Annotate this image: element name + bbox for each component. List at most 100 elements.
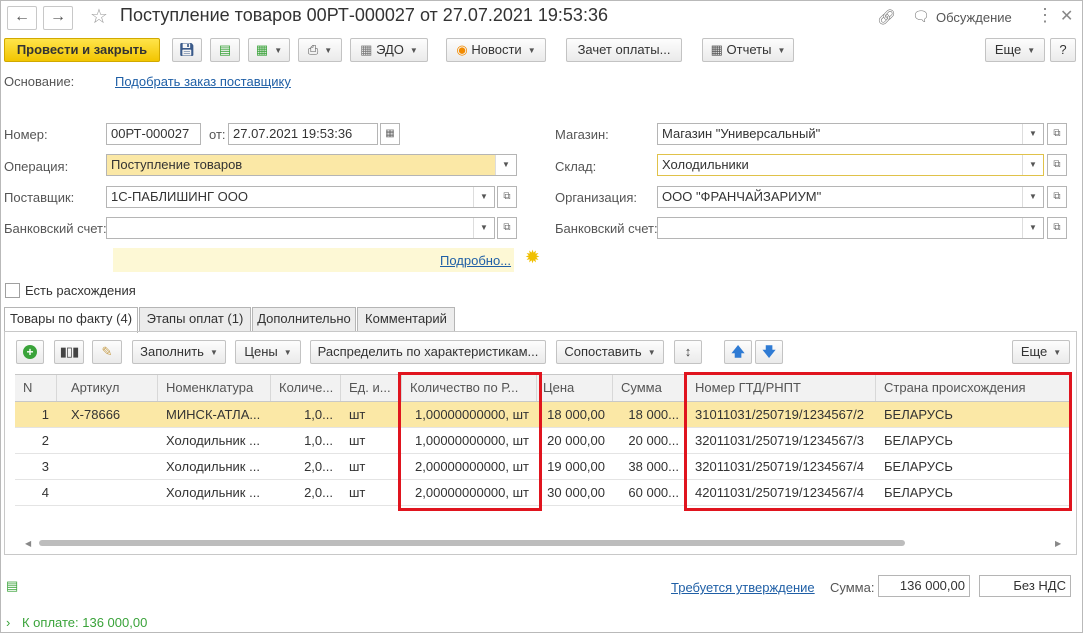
- move-down-button[interactable]: 🡇: [755, 340, 783, 364]
- chevron-down-icon[interactable]: ▼: [1022, 155, 1043, 175]
- compare-button[interactable]: Сопоставить ▼: [556, 340, 664, 364]
- news-button[interactable]: ◉ Новости ▼: [446, 38, 546, 62]
- open-supplier-button[interactable]: ⧉: [497, 186, 517, 208]
- pick-icon: ✎: [101, 344, 113, 359]
- create-based-icon: ▦: [255, 42, 269, 57]
- pick-goods-button[interactable]: ✎: [92, 340, 122, 364]
- chevron-down-icon[interactable]: ▼: [1022, 218, 1043, 238]
- printer-icon: ⎙: [307, 42, 319, 57]
- cell-n: 2: [41, 433, 49, 448]
- add-row-button[interactable]: +: [16, 340, 44, 364]
- warehouse-label: Склад:: [555, 159, 597, 174]
- scrollbar-thumb[interactable]: [39, 540, 905, 546]
- chevron-down-icon[interactable]: ▼: [473, 218, 494, 238]
- col-price[interactable]: Цена: [537, 375, 613, 401]
- row-height-button[interactable]: ↕: [674, 340, 702, 364]
- date-field[interactable]: 27.07.2021 19:53:36: [228, 123, 378, 145]
- payment-offset-button[interactable]: Зачет оплаты...: [566, 38, 682, 62]
- open-store-button[interactable]: ⧉: [1047, 123, 1067, 145]
- discrepancy-checkbox[interactable]: [5, 283, 20, 298]
- document-status-icon[interactable]: ▤: [6, 578, 18, 594]
- scroll-left-icon[interactable]: ◀: [25, 539, 31, 548]
- supplier-label: Поставщик:: [4, 190, 75, 205]
- col-n[interactable]: N: [15, 375, 57, 401]
- discussion-link[interactable]: Обсуждение: [936, 10, 1012, 25]
- col-quantity[interactable]: Количе...: [271, 375, 341, 401]
- chevron-down-icon: ▼: [647, 348, 656, 357]
- link-icon[interactable]: 🔗︎: [877, 8, 896, 26]
- open-bank-left-button[interactable]: ⧉: [497, 217, 517, 239]
- open-warehouse-button[interactable]: ⧉: [1047, 154, 1067, 176]
- open-icon: ⧉: [1053, 159, 1061, 170]
- report-icon: ▦: [710, 42, 723, 57]
- open-icon: ⧉: [503, 222, 511, 233]
- chevron-down-icon[interactable]: ▼: [1022, 124, 1043, 144]
- close-icon[interactable]: ✕: [1060, 6, 1073, 26]
- prices-button[interactable]: Цены ▼: [235, 340, 301, 364]
- tab-goods[interactable]: Товары по факту (4): [4, 307, 138, 333]
- favorite-star-icon[interactable]: ☆: [90, 4, 108, 29]
- organization-value: ООО "ФРАНЧАЙЗАРИУМ": [662, 189, 822, 204]
- chevron-right-icon[interactable]: ›: [6, 615, 10, 630]
- pick-supplier-order-link[interactable]: Подобрать заказ поставщику: [115, 74, 291, 89]
- organization-field[interactable]: ООО "ФРАНЧАЙЗАРИУМ" ▼: [657, 186, 1044, 208]
- approval-required-link[interactable]: Требуется утверждение: [671, 580, 815, 595]
- scroll-right-icon[interactable]: ▶: [1055, 539, 1061, 548]
- more-button[interactable]: Еще ▼: [985, 38, 1045, 62]
- col-unit[interactable]: Ед. и...: [341, 375, 402, 401]
- chevron-down-icon: ▼: [274, 46, 283, 55]
- number-field[interactable]: 00РТ-000027: [106, 123, 201, 145]
- open-organization-button[interactable]: ⧉: [1047, 186, 1067, 208]
- col-nomenclature[interactable]: Номенклатура: [158, 375, 271, 401]
- move-up-button[interactable]: 🡅: [724, 340, 752, 364]
- horizontal-scrollbar[interactable]: ◀ ▶: [15, 537, 1072, 549]
- barcode-button[interactable]: ▮▯▮: [54, 340, 84, 364]
- chevron-down-icon[interactable]: ▼: [473, 187, 494, 207]
- cell-article: [63, 480, 158, 505]
- tab-comment[interactable]: Комментарий: [357, 307, 455, 331]
- cell-unit: шт: [349, 433, 366, 448]
- open-icon: ⧉: [1053, 222, 1061, 233]
- chevron-down-icon[interactable]: ▼: [1022, 187, 1043, 207]
- details-link[interactable]: Подробно...: [440, 253, 511, 268]
- distribute-button[interactable]: Распределить по характеристикам...: [310, 340, 546, 364]
- print-button[interactable]: ⎙ ▼: [298, 38, 342, 62]
- tab-payment-stages[interactable]: Этапы оплат (1): [139, 307, 251, 331]
- vat-field[interactable]: Без НДС: [979, 575, 1071, 597]
- news-label: Новости: [471, 42, 522, 57]
- cell-sum: 20 000...: [628, 433, 679, 448]
- more-dots-icon[interactable]: ⋮: [1036, 5, 1054, 26]
- cell-price: 19 000,00: [547, 459, 605, 474]
- to-pay-link[interactable]: К оплате: 136 000,00: [22, 615, 147, 630]
- bank-account-right-field[interactable]: ▼: [657, 217, 1044, 239]
- chevron-down-icon[interactable]: ▼: [495, 155, 516, 175]
- cell-sum: 60 000...: [628, 485, 679, 500]
- table-more-button[interactable]: Еще ▼: [1012, 340, 1070, 364]
- discussion-icon[interactable]: 🗨︎: [912, 8, 930, 25]
- edo-button[interactable]: ▦ ЭДО ▼: [350, 38, 428, 62]
- cell-quantity: 2,0...: [304, 485, 333, 500]
- create-based-button[interactable]: ▦ ▼: [248, 38, 290, 62]
- calendar-button[interactable]: ▦: [380, 123, 400, 145]
- warehouse-field[interactable]: Холодильники ▼: [657, 154, 1044, 176]
- operation-value: Поступление товаров: [111, 157, 243, 172]
- operation-select[interactable]: Поступление товаров ▼: [106, 154, 517, 176]
- reports-button[interactable]: ▦ Отчеты ▼: [702, 38, 794, 62]
- save-button[interactable]: 💾︎: [172, 38, 202, 62]
- post-and-close-button[interactable]: Провести и закрыть: [4, 38, 160, 62]
- open-bank-right-button[interactable]: ⧉: [1047, 217, 1067, 239]
- store-field[interactable]: Магазин "Универсальный" ▼: [657, 123, 1044, 145]
- col-sum[interactable]: Сумма: [613, 375, 687, 401]
- reports-label: Отчеты: [726, 42, 772, 57]
- back-button[interactable]: ←: [7, 6, 37, 30]
- col-article[interactable]: Артикул: [57, 375, 158, 401]
- post-button[interactable]: ▤: [210, 38, 240, 62]
- help-button[interactable]: ?: [1050, 38, 1076, 62]
- bank-account-left-field[interactable]: ▼: [106, 217, 495, 239]
- chevron-down-icon: ▼: [409, 46, 418, 55]
- forward-button[interactable]: →: [43, 6, 73, 30]
- fill-button[interactable]: Заполнить ▼: [132, 340, 226, 364]
- bank-account-right-label: Банковский счет:: [555, 221, 658, 236]
- supplier-field[interactable]: 1С-ПАБЛИШИНГ ООО ▼: [106, 186, 495, 208]
- tab-additional[interactable]: Дополнительно: [252, 307, 356, 331]
